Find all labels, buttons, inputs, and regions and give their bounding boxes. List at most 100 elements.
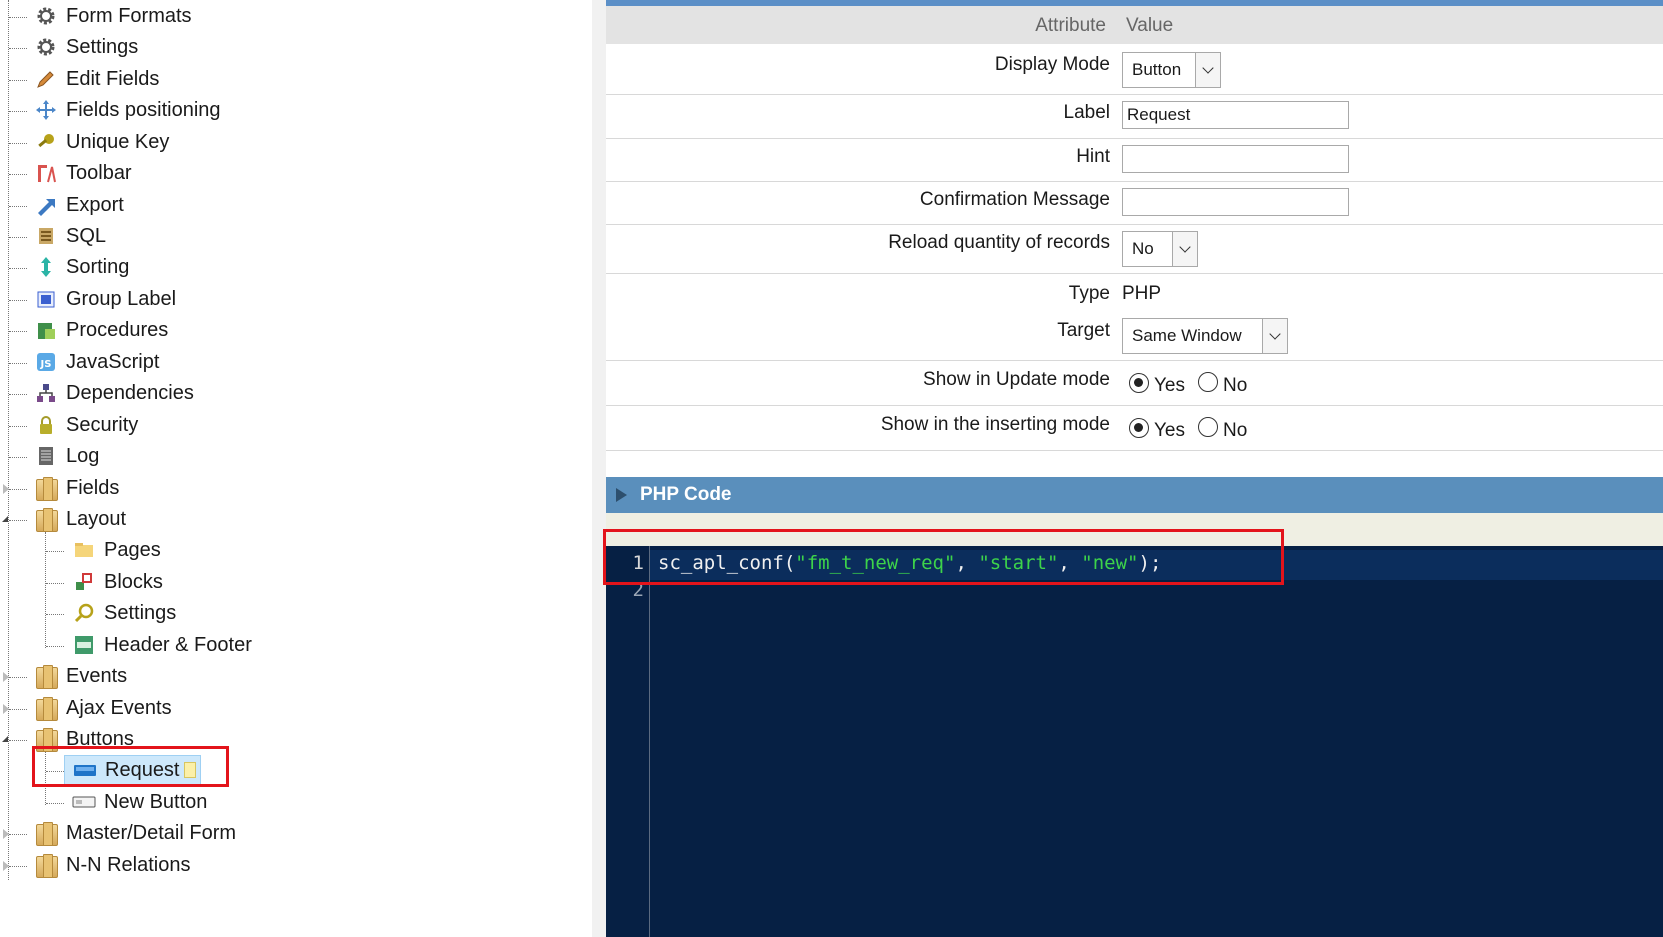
tree-connector [9, 426, 27, 427]
tree-item-export[interactable]: Export [34, 190, 124, 220]
tree-item-label: N-N Relations [66, 853, 191, 876]
folder-icon [34, 727, 58, 752]
expand-events-toggle[interactable] [3, 672, 9, 682]
php-code-editor[interactable]: 1 2 sc_apl_conf("fm_t_new_req", "start",… [606, 546, 1663, 937]
show-insert-yes-label[interactable]: Yes [1154, 420, 1185, 442]
reload-label: Reload quantity of records [888, 232, 1110, 253]
show-insert-no-label[interactable]: No [1223, 420, 1247, 442]
tree-item-nn-relations[interactable]: N-N Relations [34, 850, 190, 880]
tree-item-sql[interactable]: SQL [34, 221, 106, 251]
type-value: PHP [1122, 283, 1162, 304]
expand-ajax-events-toggle[interactable] [3, 704, 9, 714]
reload-select[interactable]: No [1122, 231, 1198, 267]
tree-item-settings[interactable]: Settings [34, 32, 138, 62]
tree-connector [9, 206, 27, 207]
tree-item-label: JavaScript [66, 350, 160, 373]
tree-connector [9, 489, 27, 490]
code-line-1[interactable]: sc_apl_conf("fm_t_new_req", "start", "ne… [658, 552, 1161, 574]
tree-item-toolbar[interactable]: Toolbar [34, 158, 132, 188]
label-row: Label [606, 95, 1663, 139]
show-insert-label: Show in the inserting mode [880, 414, 1110, 435]
tree-item-label: Blocks [104, 570, 163, 593]
tree-connector [9, 677, 27, 678]
confirmation-input[interactable] [1122, 188, 1349, 216]
target-label: Target [1057, 320, 1110, 341]
tree-item-master-detail-form[interactable]: Master/Detail Form [34, 818, 236, 848]
code-separator: , [955, 552, 979, 574]
collapse-buttons-toggle[interactable] [2, 736, 8, 742]
tree-item-header-footer[interactable]: Header & Footer [72, 630, 252, 660]
pages-icon [72, 538, 96, 562]
display-mode-select[interactable]: Button [1122, 52, 1221, 88]
tree-item-label: Buttons [66, 727, 134, 750]
tree-item-pages[interactable]: Pages [72, 535, 161, 565]
tree-item-label: Pages [104, 538, 161, 561]
tree-item-label: Events [66, 664, 128, 687]
tree-item-form-formats[interactable]: Form Formats [34, 1, 192, 31]
target-value: Same Window [1132, 326, 1242, 345]
header-footer-icon [72, 633, 96, 657]
show-insert-yes-radio[interactable] [1129, 418, 1149, 438]
tree-item-label: Log [66, 444, 100, 467]
php-code-section-header[interactable]: PHP Code [606, 477, 1663, 513]
code-string-arg3: "new" [1081, 552, 1139, 574]
type-label: Type [1068, 283, 1110, 304]
tree-item-label: Dependencies [66, 381, 194, 404]
tree-item-sorting[interactable]: Sorting [34, 252, 129, 282]
tree-item-fields-positioning[interactable]: Fields positioning [34, 95, 221, 125]
expand-master-detail-toggle[interactable] [3, 829, 9, 839]
tree-item-new-button[interactable]: New Button [72, 787, 207, 817]
target-select[interactable]: Same Window [1122, 318, 1288, 354]
expand-nn-relations-toggle[interactable] [3, 861, 9, 871]
tree-item-log[interactable]: Log [34, 441, 99, 471]
tree-item-group-label[interactable]: Group Label [34, 284, 176, 314]
toolbar-icon [34, 161, 58, 185]
folder-icon [34, 696, 58, 721]
tree-item-javascript[interactable]: JS JavaScript [34, 347, 159, 377]
show-insert-no-radio[interactable] [1198, 417, 1218, 437]
tree-item-label: SQL [66, 224, 107, 247]
folder-icon [34, 507, 58, 532]
tree-item-dependencies[interactable]: Dependencies [34, 378, 194, 408]
tree-connector [46, 646, 64, 647]
tree-connector [9, 143, 27, 144]
tree-item-blocks[interactable]: Blocks [72, 567, 163, 597]
tree-item-procedures[interactable]: Procedures [34, 315, 168, 345]
tree-item-request[interactable]: Request [64, 755, 201, 785]
show-update-yes-label[interactable]: Yes [1154, 375, 1185, 397]
tree-item-security[interactable]: Security [34, 410, 138, 440]
tree-item-layout-settings[interactable]: Settings [72, 598, 176, 628]
tree-item-unique-key[interactable]: Unique Key [34, 127, 169, 157]
tree-item-buttons[interactable]: Buttons [34, 724, 134, 754]
attributes-panel: Attribute Value Display Mode Button Labe… [603, 0, 1663, 937]
code-string-arg1: "fm_t_new_req" [795, 552, 956, 574]
tree-item-fields[interactable]: Fields [34, 473, 119, 503]
tree-connector [9, 80, 27, 81]
hint-input[interactable] [1122, 145, 1349, 173]
key-icon [34, 130, 58, 154]
folder-icon [34, 664, 58, 689]
tree-guide-line-buttons [45, 752, 46, 805]
label-field-label: Label [1063, 102, 1111, 123]
show-update-no-radio[interactable] [1198, 372, 1218, 392]
tree-connector [9, 457, 27, 458]
tree-item-events[interactable]: Events [34, 661, 127, 691]
tree-item-label: Layout [66, 507, 127, 530]
button-icon [73, 758, 97, 782]
show-update-yes-radio[interactable] [1129, 373, 1149, 393]
tree-item-ajax-events[interactable]: Ajax Events [34, 693, 172, 723]
button-outline-icon [72, 790, 96, 814]
tree-connector [9, 363, 27, 364]
collapse-layout-toggle[interactable] [2, 516, 8, 522]
expand-fields-toggle[interactable] [3, 484, 9, 494]
confirmation-label: Confirmation Message [919, 189, 1110, 210]
tree-item-edit-fields[interactable]: Edit Fields [34, 64, 159, 94]
label-input[interactable] [1122, 101, 1349, 129]
target-row: Target Same Window [606, 312, 1663, 361]
tree-connector [46, 771, 64, 772]
tree-item-layout[interactable]: Layout [34, 504, 126, 534]
splitter-gutter[interactable] [592, 0, 606, 937]
tree-item-label: Group Label [66, 287, 177, 310]
show-update-no-label[interactable]: No [1223, 375, 1247, 397]
tree-connector [9, 111, 27, 112]
